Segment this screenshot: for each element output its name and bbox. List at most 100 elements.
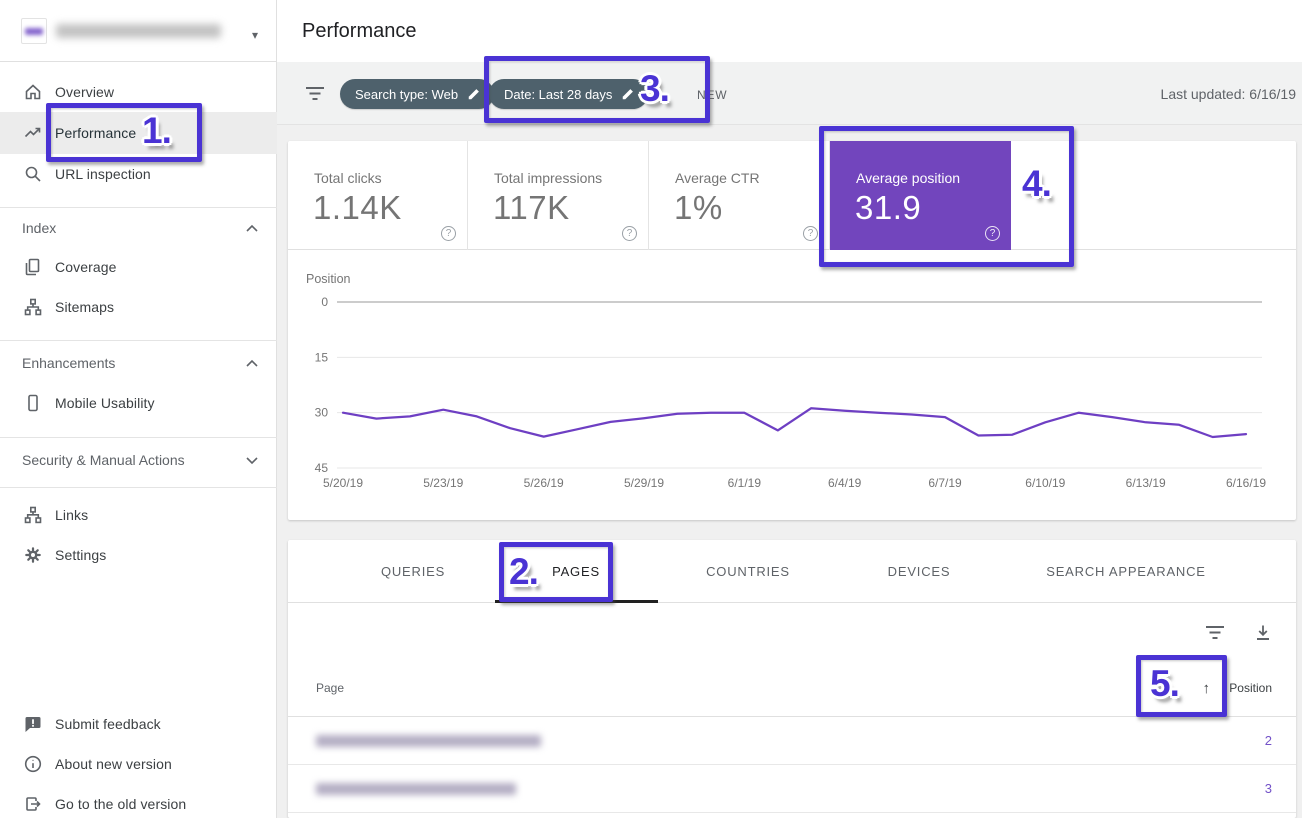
sidebar-item-settings[interactable]: Settings (0, 535, 277, 575)
table-filter-icon[interactable] (1205, 625, 1225, 641)
x-tick-label: 6/13/19 (1126, 476, 1166, 490)
page-url-redacted (316, 735, 541, 747)
main-header: Performance (277, 0, 1302, 62)
filter-bar: Search type: Web Date: Last 28 days NEW … (277, 62, 1302, 125)
x-tick-label: 6/16/19 (1226, 476, 1266, 490)
tab-pages[interactable]: PAGES (552, 540, 600, 603)
metric-value: 1.14K (313, 189, 402, 227)
sidebar-item-about-new-version[interactable]: About new version (0, 744, 277, 784)
divider (0, 207, 277, 208)
metric-value: 31.9 (855, 189, 921, 227)
metric-summary-row: Total clicks 1.14K ? Total impressions 1… (288, 141, 1296, 250)
metric-card-total-impressions[interactable]: Total impressions 117K ? (468, 141, 649, 250)
coverage-icon (23, 257, 43, 277)
sidebar-item-overview[interactable]: Overview (0, 72, 277, 112)
download-icon[interactable] (1253, 623, 1273, 643)
help-icon[interactable]: ? (441, 226, 456, 241)
help-icon[interactable]: ? (985, 226, 1000, 241)
table-row[interactable]: 2 (288, 717, 1296, 765)
sidebar-item-label: Performance (55, 125, 136, 141)
metric-card-total-clicks[interactable]: Total clicks 1.14K ? (288, 141, 468, 250)
sort-ascending-icon[interactable]: ↑ (1203, 660, 1211, 717)
help-icon[interactable]: ? (622, 226, 637, 241)
page-url-redacted (316, 783, 516, 795)
sidebar-section-index[interactable]: Index (0, 214, 277, 242)
tab-countries[interactable]: COUNTRIES (706, 540, 790, 603)
sidebar-section-security-manual-actions[interactable]: Security & Manual Actions (0, 446, 277, 474)
sidebar-item-links[interactable]: Links (0, 495, 277, 535)
table-row[interactable]: 3 (288, 765, 1296, 813)
sidebar-item-coverage[interactable]: Coverage (0, 247, 277, 287)
sidebar: ▾ Overview Performance URL inspection In… (0, 0, 277, 818)
sidebar-item-label: Coverage (55, 259, 117, 275)
sidebar-item-label: Go to the old version (55, 796, 186, 812)
trending-up-icon (23, 123, 43, 143)
sitemaps-icon (23, 297, 43, 317)
property-selector[interactable]: ▾ (0, 0, 276, 62)
metric-label: Average position (856, 170, 960, 186)
dimension-tabs: QUERIES PAGES COUNTRIES DEVICES SEARCH A… (288, 540, 1296, 603)
feedback-icon (23, 714, 43, 734)
tab-devices[interactable]: DEVICES (888, 540, 951, 603)
sidebar-item-label: Sitemaps (55, 299, 114, 315)
filter-icon[interactable] (305, 86, 325, 102)
page-column-header[interactable]: Page (316, 660, 344, 717)
sidebar-section-enhancements[interactable]: Enhancements (0, 349, 277, 377)
divider (0, 437, 277, 438)
metric-card-average-ctr[interactable]: Average CTR 1% ? (649, 141, 830, 250)
x-tick-label: 6/4/19 (828, 476, 862, 490)
position-value: 3 (1265, 765, 1272, 813)
tab-search-appearance[interactable]: SEARCH APPEARANCE (1046, 540, 1206, 603)
table-header-row: Page ↑ Position (288, 660, 1296, 717)
x-tick-label: 6/10/19 (1025, 476, 1065, 490)
new-badge: NEW (697, 88, 727, 102)
metric-label: Average CTR (675, 170, 760, 186)
chevron-up-icon (245, 223, 259, 233)
date-range-filter-chip[interactable]: Date: Last 28 days (489, 79, 648, 109)
position-column-header[interactable]: Position (1229, 660, 1272, 717)
sidebar-item-label: Submit feedback (55, 716, 161, 732)
y-tick-label: 15 (315, 350, 329, 364)
section-header-label: Index (22, 220, 56, 236)
property-name-redacted (56, 24, 221, 38)
performance-chart-card: Total clicks 1.14K ? Total impressions 1… (288, 141, 1296, 520)
chart-y-axis-title: Position (306, 272, 351, 286)
search-console-app: ▾ Overview Performance URL inspection In… (0, 0, 1302, 818)
date-range-filter-label: Date: Last 28 days (504, 87, 612, 102)
last-updated-text: Last updated: 6/16/19 (1161, 86, 1296, 102)
caret-down-icon: ▾ (252, 28, 258, 42)
sidebar-item-mobile-usability[interactable]: Mobile Usability (0, 383, 277, 423)
sidebar-item-performance[interactable]: Performance (0, 112, 277, 154)
x-tick-label: 5/26/19 (524, 476, 564, 490)
metric-label: Total impressions (494, 170, 602, 186)
x-tick-label: 5/20/19 (323, 476, 363, 490)
links-icon (23, 505, 43, 525)
sidebar-item-submit-feedback[interactable]: Submit feedback (0, 704, 277, 744)
y-tick-label: 30 (315, 406, 329, 420)
metric-value: 117K (493, 189, 570, 227)
metric-card-average-position[interactable]: Average position 31.9 ? (830, 141, 1011, 250)
help-icon[interactable]: ? (803, 226, 818, 241)
metric-value: 1% (674, 189, 723, 227)
x-tick-label: 5/29/19 (624, 476, 664, 490)
y-tick-label: 0 (321, 295, 328, 309)
position-value: 2 (1265, 717, 1272, 765)
sidebar-item-label: About new version (55, 756, 172, 772)
tab-queries[interactable]: QUERIES (381, 540, 445, 603)
sidebar-item-url-inspection[interactable]: URL inspection (0, 154, 277, 194)
home-icon (23, 82, 43, 102)
info-icon (23, 754, 43, 774)
sidebar-item-label: Settings (55, 547, 106, 563)
metric-label: Total clicks (314, 170, 382, 186)
section-header-label: Security & Manual Actions (22, 452, 185, 468)
active-tab-underline (495, 600, 658, 603)
search-icon (23, 164, 43, 184)
edit-pencil-icon (621, 87, 635, 101)
edit-pencil-icon (467, 87, 481, 101)
position-line-chart: Position 01530455/20/195/23/195/26/195/2… (288, 250, 1296, 520)
search-type-filter-chip[interactable]: Search type: Web (340, 79, 494, 109)
y-tick-label: 45 (315, 461, 329, 475)
sidebar-item-sitemaps[interactable]: Sitemaps (0, 287, 277, 327)
x-tick-label: 6/7/19 (928, 476, 962, 490)
sidebar-item-go-to-old-version[interactable]: Go to the old version (0, 784, 277, 818)
